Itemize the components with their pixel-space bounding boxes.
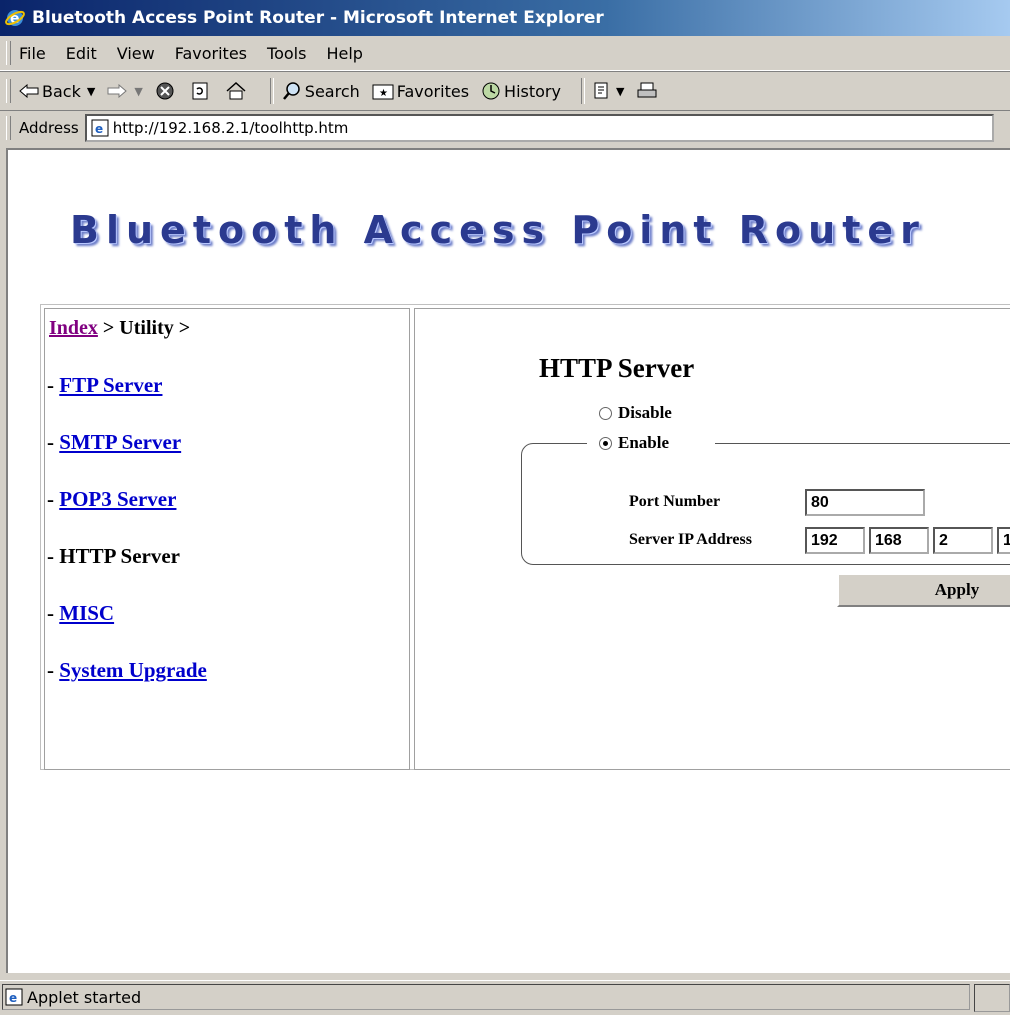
- status-main-panel: e Applet started: [2, 984, 970, 1010]
- history-label: History: [504, 81, 561, 101]
- nav-pane: Index > Utility > - FTP Server - SMTP Se…: [44, 308, 410, 770]
- nav-link-ftp[interactable]: FTP Server: [59, 373, 162, 397]
- status-text: Applet started: [27, 987, 142, 1007]
- forward-dropdown-icon[interactable]: ▼: [134, 85, 142, 98]
- nav-link-misc[interactable]: MISC: [59, 601, 114, 625]
- disable-radio-circle[interactable]: [599, 406, 612, 420]
- standard-toolbar: Back ▼ ▼ Search ★ Favorites History ▼: [0, 71, 1010, 111]
- menu-tools[interactable]: Tools: [267, 44, 306, 63]
- disable-radio[interactable]: Disable: [599, 403, 672, 423]
- address-input[interactable]: e http://192.168.2.1/toolhttp.htm: [84, 114, 994, 142]
- refresh-button[interactable]: [190, 81, 213, 101]
- nav-item-smtp: - SMTP Server: [47, 430, 182, 454]
- back-dropdown-icon[interactable]: ▼: [87, 85, 95, 98]
- enable-radio[interactable]: Enable: [599, 433, 669, 453]
- menu-grip: [6, 41, 11, 65]
- enable-radio-circle[interactable]: [599, 436, 612, 450]
- menu-help[interactable]: Help: [326, 44, 362, 63]
- breadcrumb-rest: > Utility >: [97, 317, 191, 339]
- forward-button[interactable]: ▼: [107, 84, 143, 98]
- home-button[interactable]: [225, 81, 250, 101]
- nav-item-pop3: - POP3 Server: [47, 487, 177, 511]
- nav-current-http: HTTP Server: [59, 544, 180, 568]
- menu-favorites[interactable]: Favorites: [175, 44, 247, 63]
- favorites-button[interactable]: ★ Favorites: [372, 82, 469, 101]
- favorites-label: Favorites: [396, 81, 470, 101]
- status-bar: e Applet started: [0, 980, 1010, 1015]
- mail-button[interactable]: ▼: [593, 81, 624, 101]
- server-ip-label: Server IP Address: [629, 531, 752, 548]
- search-label: Search: [304, 81, 360, 101]
- menu-bar: File Edit View Favorites Tools Help: [0, 36, 1010, 71]
- port-number-label: Port Number: [629, 493, 721, 510]
- settings-pane: HTTP Server Disable Enable Port Number S…: [414, 308, 1010, 770]
- back-arrow-icon: [19, 84, 39, 98]
- nav-item-upgrade: - System Upgrade: [47, 658, 207, 682]
- toolbar-grip: [6, 79, 11, 103]
- search-button[interactable]: Search: [282, 81, 360, 101]
- address-grip: [6, 116, 11, 140]
- nav-item-ftp: - FTP Server: [47, 373, 163, 397]
- address-url: http://192.168.2.1/toolhttp.htm: [112, 119, 349, 137]
- page-status-icon: e: [5, 988, 23, 1006]
- ie-logo-icon: e: [5, 10, 25, 27]
- breadcrumb-index-link[interactable]: Index: [49, 317, 98, 339]
- print-icon: [637, 82, 657, 98]
- stop-button[interactable]: [155, 81, 178, 101]
- home-icon: [226, 81, 246, 100]
- nav-item-misc: - MISC: [47, 601, 115, 625]
- ip-octet-1-input[interactable]: [805, 527, 865, 554]
- nav-link-smtp[interactable]: SMTP Server: [59, 430, 181, 454]
- page-title: HTTP Server: [539, 353, 695, 383]
- menu-edit[interactable]: Edit: [66, 44, 97, 63]
- ip-octet-2-input[interactable]: [869, 527, 929, 554]
- forward-arrow-icon: [107, 84, 128, 98]
- back-button[interactable]: Back ▼: [19, 82, 95, 101]
- menu-view[interactable]: View: [117, 44, 155, 63]
- mail-icon: [594, 82, 608, 99]
- apply-button[interactable]: Apply: [837, 573, 1010, 607]
- address-label: Address: [19, 119, 79, 137]
- enable-label: Enable: [618, 433, 670, 452]
- ip-octet-4-input[interactable]: [997, 527, 1010, 554]
- stop-icon: [156, 82, 174, 100]
- window-title: Bluetooth Access Point Router - Microsof…: [32, 8, 604, 28]
- svg-text:★: ★: [379, 88, 388, 99]
- status-zone-panel: [974, 984, 1010, 1012]
- nav-link-upgrade[interactable]: System Upgrade: [59, 658, 207, 682]
- mail-dropdown-icon[interactable]: ▼: [616, 85, 624, 98]
- history-icon: [482, 82, 500, 100]
- port-number-input[interactable]: [805, 489, 925, 516]
- ip-octet-3-input[interactable]: [933, 527, 993, 554]
- breadcrumb: Index > Utility >: [49, 317, 190, 340]
- disable-label: Disable: [618, 403, 672, 422]
- title-bar: e Bluetooth Access Point Router - Micros…: [0, 0, 1010, 36]
- nav-link-pop3[interactable]: POP3 Server: [59, 487, 176, 511]
- page-banner: Bluetooth Access Point Router: [70, 208, 926, 252]
- history-button[interactable]: History: [481, 81, 561, 101]
- toolbar-separator: [580, 78, 585, 104]
- toolbar-separator: [269, 78, 274, 104]
- menu-file[interactable]: File: [19, 44, 46, 63]
- favorites-icon: ★: [372, 84, 394, 100]
- refresh-icon: [192, 82, 208, 100]
- svg-text:e: e: [95, 122, 103, 136]
- page-viewport: Bluetooth Access Point Router Index > Ut…: [6, 148, 1010, 973]
- print-button[interactable]: [636, 81, 661, 101]
- address-bar: Address e http://192.168.2.1/toolhttp.ht…: [0, 110, 1010, 145]
- page-icon: e: [91, 119, 109, 137]
- search-icon: [282, 82, 300, 100]
- nav-item-http: - HTTP Server: [47, 544, 180, 568]
- svg-text:e: e: [9, 991, 17, 1005]
- back-label: Back: [42, 81, 81, 101]
